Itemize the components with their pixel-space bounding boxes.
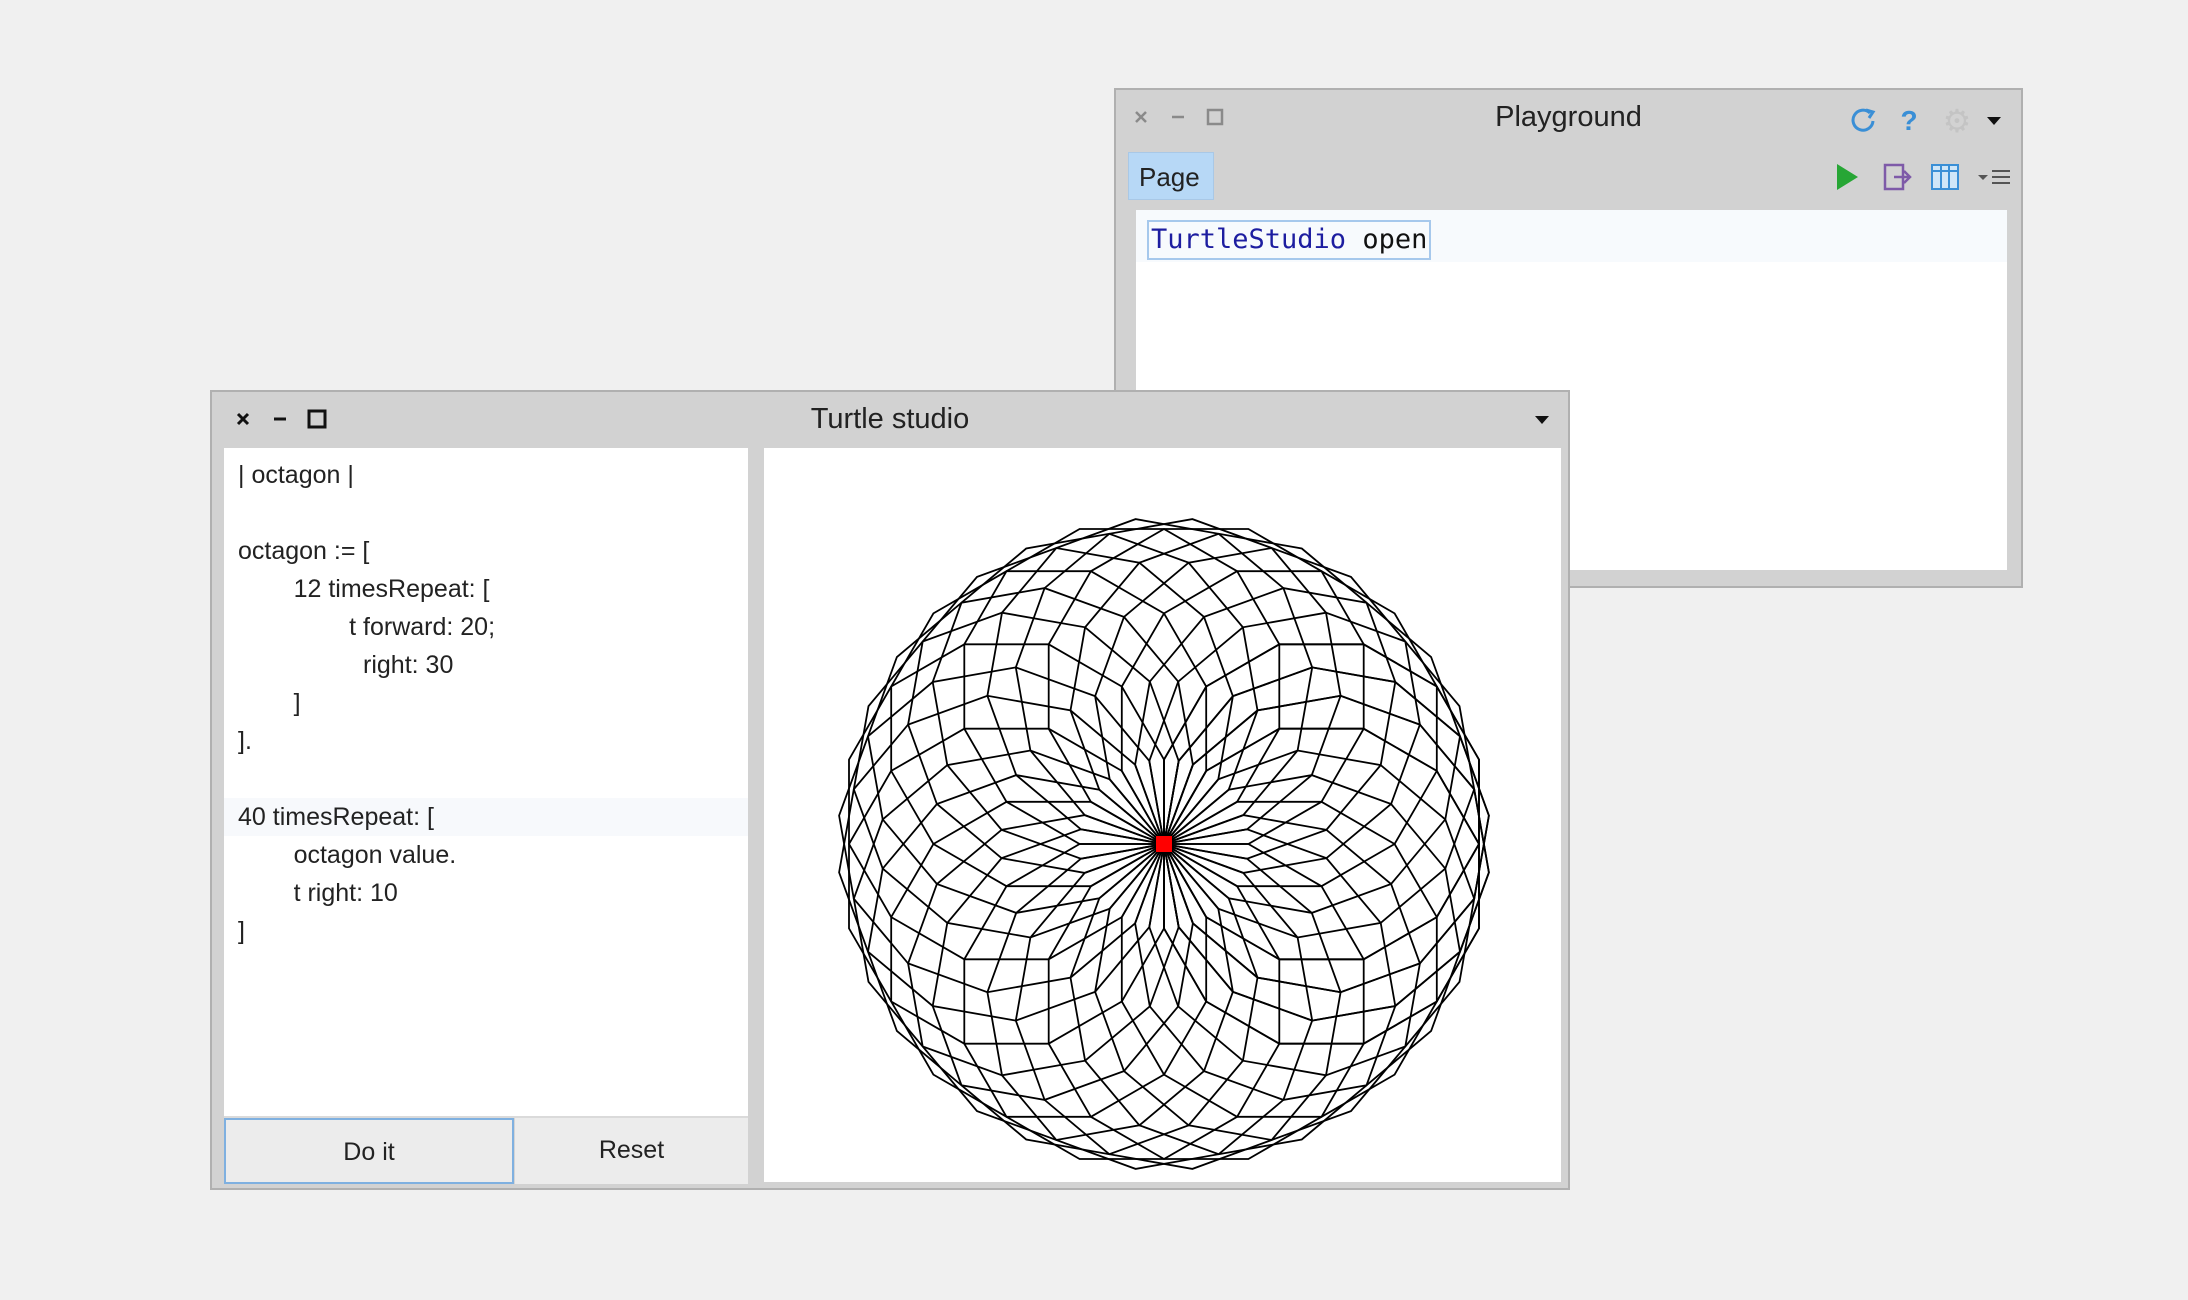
help-icon[interactable]: ? bbox=[1894, 104, 1924, 138]
menu-icon[interactable] bbox=[1974, 158, 2014, 196]
bindings-icon[interactable] bbox=[1928, 158, 1962, 196]
dropdown-icon[interactable] bbox=[1530, 408, 1554, 432]
code-class-name: TurtleStudio bbox=[1151, 224, 1347, 255]
code-line: t right: 10 bbox=[238, 879, 398, 907]
code-editor[interactable]: | octagon | octagon := [ 12 timesRepeat: … bbox=[224, 448, 748, 1184]
run-icon[interactable] bbox=[1830, 158, 1864, 196]
dropdown-icon[interactable] bbox=[1982, 108, 2006, 134]
playground-title: Playground bbox=[1495, 101, 1642, 133]
code-selection[interactable]: TurtleStudio open bbox=[1147, 220, 1432, 260]
export-icon[interactable] bbox=[1880, 158, 1914, 196]
code-line: | octagon | bbox=[238, 461, 354, 489]
code-line: right: 30 bbox=[238, 651, 454, 679]
code-line: ]. bbox=[238, 727, 252, 755]
tab-page[interactable]: Page bbox=[1128, 152, 1214, 200]
code-line: ] bbox=[238, 917, 245, 945]
do-it-button[interactable]: Do it bbox=[224, 1118, 514, 1184]
reset-button[interactable]: Reset bbox=[514, 1118, 748, 1184]
playground-titlebar[interactable]: Playground ? ⚙ bbox=[1116, 90, 2021, 144]
turtle-canvas bbox=[764, 448, 1561, 1182]
code-line: 40 timesRepeat: [ bbox=[224, 798, 748, 836]
code-message: open bbox=[1346, 224, 1428, 255]
turtle-drawing bbox=[838, 518, 1490, 1170]
code-lines: | octagon | octagon := [ 12 timesRepeat: … bbox=[224, 456, 748, 950]
button-bar: Do it Reset bbox=[224, 1116, 748, 1184]
sync-icon[interactable] bbox=[1846, 104, 1880, 138]
turtle-titlebar[interactable]: Turtle studio bbox=[212, 392, 1568, 446]
turtle-marker bbox=[1156, 836, 1172, 852]
code-line: 12 timesRepeat: [ bbox=[238, 575, 490, 603]
turtle-studio-window: Turtle studio | octagon | octagon := [ 12… bbox=[210, 390, 1570, 1190]
settings-icon[interactable]: ⚙ bbox=[1940, 103, 1974, 139]
turtle-title: Turtle studio bbox=[810, 403, 970, 435]
code-line: t forward: 20; bbox=[238, 613, 496, 641]
code-line: ] bbox=[238, 689, 301, 717]
code-line: octagon value. bbox=[238, 841, 457, 869]
code-line: octagon := [ bbox=[238, 537, 370, 565]
